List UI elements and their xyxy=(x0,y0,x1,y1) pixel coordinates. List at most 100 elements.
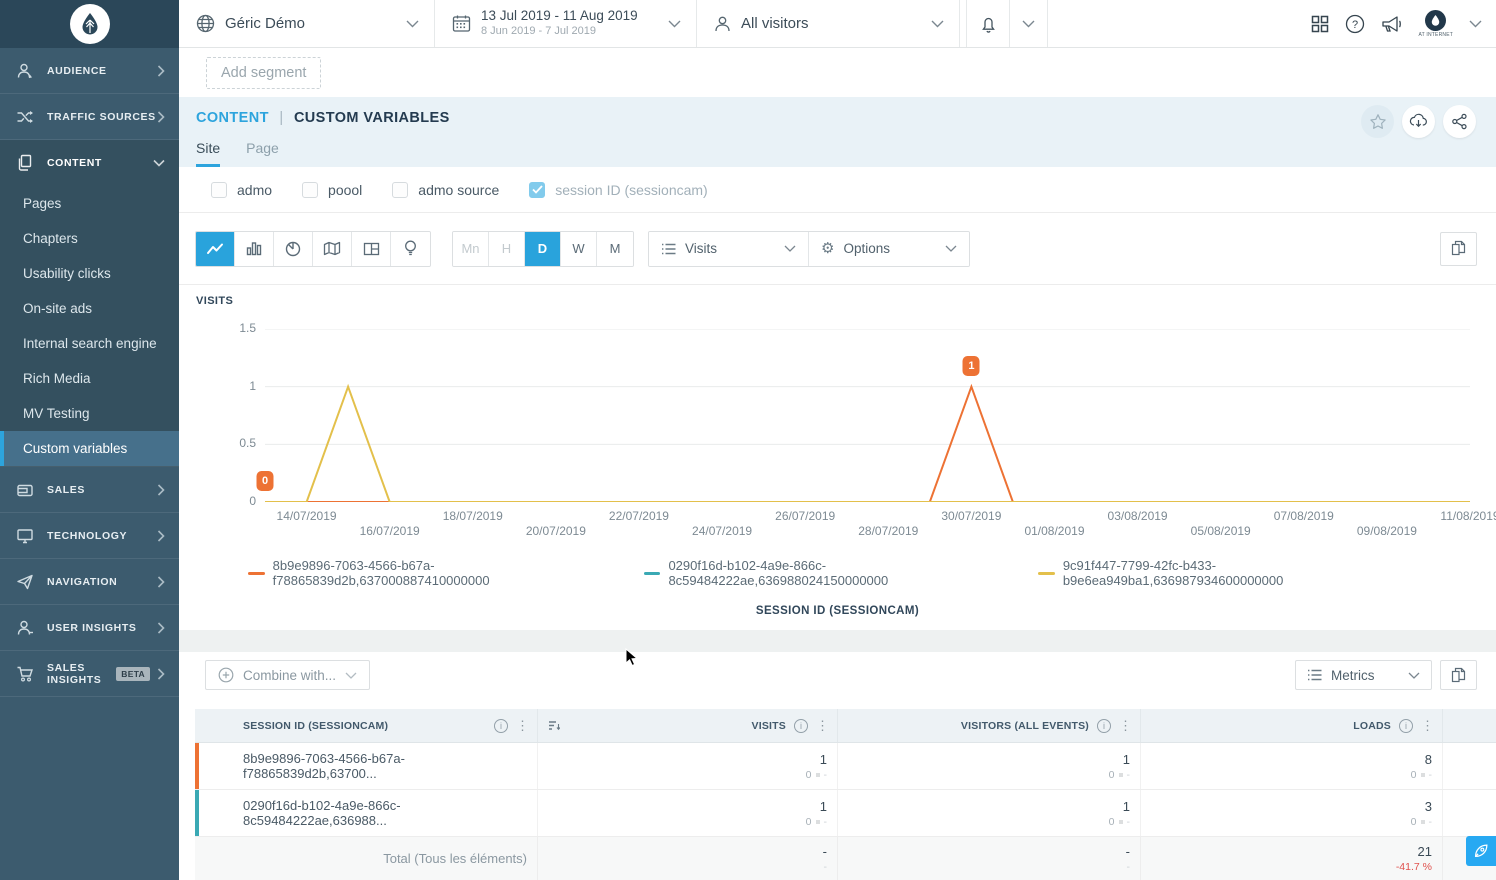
x-tick-label: 20/07/2019 xyxy=(526,524,586,538)
column-header-visits[interactable]: VISITS xyxy=(752,720,786,732)
tab-site[interactable]: Site xyxy=(196,140,220,167)
x-tick-label: 11/08/2019 xyxy=(1440,509,1496,523)
table-row[interactable]: 8b9e9896-7063-4566-b67a-f78865839d2b,637… xyxy=(195,743,1496,790)
sidebar-item-audience[interactable]: AUDIENCE xyxy=(0,48,179,94)
paper-plane-icon xyxy=(16,573,38,591)
tab-page[interactable]: Page xyxy=(246,140,279,167)
level-tabs: Site Page xyxy=(196,140,279,167)
megaphone-icon[interactable] xyxy=(1381,15,1402,33)
date-range-primary: 13 Jul 2019 - 11 Aug 2019 xyxy=(481,8,638,25)
download-button[interactable] xyxy=(1402,105,1435,138)
combine-with-button[interactable]: Combine with... xyxy=(205,660,370,690)
sidebar-item-internal-search-engine[interactable]: Internal search engine xyxy=(0,326,179,361)
x-tick-label: 01/08/2019 xyxy=(1024,524,1084,538)
kebab-menu-icon[interactable]: ⋮ xyxy=(1119,719,1132,732)
date-range-selector[interactable]: 13 Jul 2019 - 11 Aug 2019 8 Jun 2019 - 7… xyxy=(435,0,697,47)
column-header-loads[interactable]: LOADS xyxy=(1353,720,1391,732)
sidebar-item-traffic-sources[interactable]: TRAFFIC SOURCES xyxy=(0,94,179,140)
session-id-value[interactable]: 0290f16d-b102-4a9e-866c-8c59484222ae,636… xyxy=(243,798,537,828)
line-chart-plot[interactable]: 01 xyxy=(265,329,1470,502)
legend-item[interactable]: 8b9e9896-7063-4566-b67a-f78865839d2b,637… xyxy=(248,558,644,588)
checkbox-admo[interactable]: admo xyxy=(211,182,272,198)
period-day-button[interactable]: D xyxy=(525,232,561,266)
insight-bulb-button[interactable] xyxy=(391,232,430,266)
sidebar-item-custom-variables[interactable]: Custom variables xyxy=(0,431,179,466)
column-header-session-id[interactable]: SESSION ID (SESSIONCAM) xyxy=(243,720,388,732)
period-week-button[interactable]: W xyxy=(561,232,597,266)
help-icon[interactable]: ? xyxy=(1345,14,1365,34)
period-hour-button[interactable]: H xyxy=(489,232,525,266)
total-visits-value: - xyxy=(823,844,827,859)
share-button[interactable] xyxy=(1443,105,1476,138)
legend-item[interactable]: 0290f16d-b102-4a9e-866c-8c59484222ae,636… xyxy=(644,558,1038,588)
sidebar-item-navigation[interactable]: NAVIGATION xyxy=(0,559,179,605)
breadcrumb-section[interactable]: CONTENT xyxy=(196,110,269,126)
apps-grid-icon[interactable] xyxy=(1311,15,1329,33)
export-table-button[interactable] xyxy=(1440,660,1477,690)
chart-axis-title: SESSION ID (SESSIONCAM) xyxy=(196,605,1479,617)
mosaic-button[interactable] xyxy=(352,232,391,266)
section-gap xyxy=(179,630,1496,652)
feedback-rocket-button[interactable] xyxy=(1466,836,1496,866)
brand-logo[interactable] xyxy=(0,0,179,48)
chevron-down-icon xyxy=(668,20,681,28)
sidebar-item-rich-media[interactable]: Rich Media xyxy=(0,361,179,396)
x-tick-label: 05/08/2019 xyxy=(1191,524,1251,538)
favorite-star-button[interactable] xyxy=(1361,105,1394,138)
site-selector[interactable]: Géric Démo xyxy=(179,0,435,47)
legend-item[interactable]: 9c91f447-7799-42fc-b433-b9e6ea949ba1,636… xyxy=(1038,558,1429,588)
sidebar-item-technology[interactable]: TECHNOLOGY xyxy=(0,513,179,559)
x-tick-label: 24/07/2019 xyxy=(692,524,752,538)
sidebar-item-mv-testing[interactable]: MV Testing xyxy=(0,396,179,431)
info-icon[interactable]: i xyxy=(494,719,508,733)
alerts-dropdown-chevron[interactable] xyxy=(1009,0,1047,47)
sidebar-item-sales[interactable]: SALES xyxy=(0,467,179,513)
export-chart-button[interactable] xyxy=(1440,232,1477,266)
metric-dropdown-value: Visits xyxy=(685,241,775,256)
info-icon[interactable]: i xyxy=(1097,719,1111,733)
x-tick-label: 16/07/2019 xyxy=(360,524,420,538)
info-icon[interactable]: i xyxy=(794,719,808,733)
sidebar-item-label: SALES xyxy=(47,484,157,496)
kebab-menu-icon[interactable]: ⋮ xyxy=(1421,719,1434,732)
x-tick-label: 18/07/2019 xyxy=(443,509,503,523)
session-id-value[interactable]: 8b9e9896-7063-4566-b67a-f78865839d2b,637… xyxy=(243,751,537,781)
bar-chart-button[interactable] xyxy=(235,232,274,266)
legend-swatch xyxy=(248,572,265,575)
svg-text:?: ? xyxy=(1352,19,1358,31)
account-menu[interactable]: AT INTERNET xyxy=(1418,10,1453,38)
map-button[interactable] xyxy=(313,232,352,266)
sidebar-item-sales-insights[interactable]: SALES INSIGHTS BETA xyxy=(0,651,179,697)
checkbox-admo-source[interactable]: admo source xyxy=(392,182,499,198)
metrics-dropdown[interactable]: Metrics xyxy=(1295,660,1432,690)
sidebar-item-pages[interactable]: Pages xyxy=(0,186,179,221)
options-dropdown-value: Options xyxy=(843,241,936,256)
info-icon[interactable]: i xyxy=(1399,719,1413,733)
table-row[interactable]: 0290f16d-b102-4a9e-866c-8c59484222ae,636… xyxy=(195,790,1496,837)
sidebar-item-content[interactable]: CONTENT xyxy=(0,140,179,186)
total-visitors-value: - xyxy=(1126,844,1130,859)
line-chart-button[interactable] xyxy=(196,232,235,266)
legend-label: 9c91f447-7799-42fc-b433-b9e6ea949ba1,636… xyxy=(1063,558,1429,588)
kebab-menu-icon[interactable]: ⋮ xyxy=(816,719,829,732)
sidebar-item-on-site-ads[interactable]: On-site ads xyxy=(0,291,179,326)
series-color-accent xyxy=(195,743,199,789)
kebab-menu-icon[interactable]: ⋮ xyxy=(516,719,529,732)
period-minute-button[interactable]: Mn xyxy=(453,232,489,266)
sidebar-item-user-insights[interactable]: USER INSIGHTS xyxy=(0,605,179,651)
segment-selector[interactable]: All visitors xyxy=(697,0,960,47)
checkbox-session-id[interactable]: session ID (sessioncam) xyxy=(529,182,708,198)
sort-icon[interactable] xyxy=(548,720,560,731)
pie-chart-button[interactable] xyxy=(274,232,313,266)
account-chevron-icon[interactable] xyxy=(1469,20,1482,28)
sidebar-item-usability-clicks[interactable]: Usability clicks xyxy=(0,256,179,291)
sidebar-item-chapters[interactable]: Chapters xyxy=(0,221,179,256)
options-dropdown[interactable]: ⚙ Options xyxy=(809,232,969,266)
period-month-button[interactable]: M xyxy=(597,232,633,266)
notifications-bell-icon[interactable] xyxy=(967,0,1009,47)
column-header-visitors[interactable]: VISITORS (ALL EVENTS) xyxy=(961,720,1089,732)
metric-dropdown[interactable]: Visits xyxy=(649,232,809,266)
add-segment-button[interactable]: Add segment xyxy=(206,57,321,89)
checkbox-poool[interactable]: poool xyxy=(302,182,362,198)
breadcrumb: CONTENT | CUSTOM VARIABLES xyxy=(196,97,1479,126)
